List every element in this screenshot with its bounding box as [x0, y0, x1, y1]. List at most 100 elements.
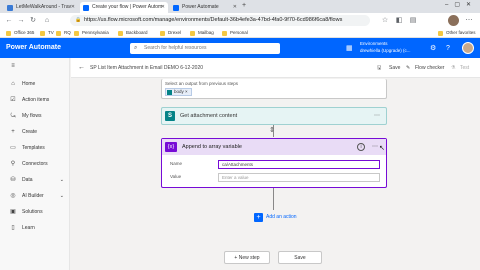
back-icon[interactable]: ←: [4, 15, 14, 26]
browser-tab[interactable]: LetMeWalkAround - Trav ✕: [4, 2, 78, 13]
tab-title: LetMeWalkAround - Trav: [16, 4, 72, 10]
hamburger-icon[interactable]: ≡: [0, 60, 70, 72]
connector-line: [273, 188, 274, 210]
search-icon: ⌕: [134, 45, 138, 51]
name-field[interactable]: ca/Attachments: [218, 160, 380, 169]
learn-icon: ▯: [11, 225, 15, 231]
bookmark-item[interactable]: Mailbag: [190, 29, 214, 37]
flow-title: SP List Item Attachment in Email DEMO 6-…: [90, 65, 204, 71]
close-icon[interactable]: ✕: [233, 2, 237, 13]
name-label: Name: [170, 161, 183, 166]
save-button[interactable]: Save: [278, 251, 322, 264]
sharepoint-icon: [167, 90, 172, 95]
window-controls-icon[interactable]: –▢✕: [445, 1, 477, 8]
environment-label: Environments: [360, 41, 388, 46]
back-icon[interactable]: ←: [78, 58, 85, 78]
sidebar-item-solutions[interactable]: ▣ Solutions: [0, 206, 70, 218]
save-command[interactable]: Save: [389, 58, 400, 78]
bookmark-item[interactable]: Pennsylvania: [74, 29, 109, 37]
browser-tab-active[interactable]: Create your flow | Power Autom ✕: [80, 2, 168, 13]
connector-icon: ⚲: [10, 161, 16, 167]
bookmark-item[interactable]: Personal: [222, 29, 248, 37]
sidebar-item-label: Learn: [22, 225, 35, 231]
browser-tab[interactable]: Power Automate ✕: [170, 2, 240, 13]
bookmark-item[interactable]: Office 365: [6, 29, 34, 37]
template-icon: ▭: [10, 145, 16, 151]
url-input[interactable]: 🔒 https://us.flow.microsoft.com/manage/e…: [70, 15, 370, 26]
name-value: ca/Attachments: [222, 162, 254, 167]
sharepoint-icon: S: [165, 111, 175, 121]
environment-name[interactable]: drewhiella (Upgrade) (c...: [360, 48, 422, 54]
star-icon[interactable]: ☆: [380, 15, 390, 26]
value-placeholder: Enter a value: [222, 175, 249, 180]
test-command[interactable]: Test: [460, 58, 469, 78]
ai-icon: ◎: [10, 193, 16, 199]
solutions-icon: ▣: [10, 209, 16, 215]
save-icon[interactable]: 🖫: [377, 58, 381, 78]
sidebar-item-action-items[interactable]: ☑ Action items: [0, 94, 70, 106]
check-icon: ☑: [10, 97, 16, 103]
bookmark-item[interactable]: RQ: [56, 29, 71, 37]
home-icon: ⌂: [11, 81, 15, 87]
search-placeholder: Search for helpful resources: [144, 45, 207, 51]
sidebar-item-label: Create: [22, 129, 38, 135]
more-icon[interactable]: ⋯: [464, 15, 474, 26]
sidebar-item-label: My flows: [22, 113, 42, 119]
collections-icon[interactable]: ▤: [408, 15, 418, 26]
home-icon[interactable]: ⌂: [42, 15, 52, 26]
bookmark-item[interactable]: TV: [40, 29, 54, 37]
close-icon[interactable]: ✕: [71, 2, 75, 13]
sidebar-item-label: Solutions: [22, 209, 43, 215]
sidebar-item-home[interactable]: ⌂ Home: [0, 78, 70, 90]
flow-checker-command[interactable]: Flow checker: [415, 58, 444, 78]
sidebar-item-label: Templates: [22, 145, 45, 151]
extensions-icon[interactable]: ◧: [394, 15, 404, 26]
checker-icon[interactable]: ✎: [406, 58, 410, 78]
bookmark-item[interactable]: Drexel: [160, 29, 181, 37]
sidebar-item-label: Action items: [22, 97, 50, 103]
plus-icon: +: [11, 129, 15, 135]
gear-icon[interactable]: ⚙: [430, 43, 436, 54]
test-icon[interactable]: ⚗: [451, 58, 455, 78]
more-options-icon[interactable]: ⋯: [372, 139, 378, 155]
sidebar-item-create[interactable]: + Create: [0, 126, 70, 138]
refresh-icon[interactable]: ↻: [28, 15, 38, 26]
close-icon[interactable]: ✕: [161, 2, 165, 13]
new-tab-icon[interactable]: +: [242, 2, 246, 9]
sidebar-item-connectors[interactable]: ⚲ Connectors: [0, 158, 70, 170]
search-input[interactable]: ⌕ Search for helpful resources: [130, 43, 280, 54]
add-action-icon[interactable]: +: [254, 213, 263, 222]
tab-favicon-icon: [173, 5, 179, 11]
value-field[interactable]: Enter a value: [218, 173, 380, 182]
environment-icon: ▦: [346, 45, 353, 52]
sidebar-item-ai-builder[interactable]: ◎ AI Builder ⌄: [0, 190, 70, 202]
tab-title: Create your flow | Power Autom: [92, 4, 163, 10]
avatar[interactable]: [448, 15, 459, 26]
tab-favicon-icon: [7, 5, 13, 11]
add-action-link[interactable]: Add an action: [266, 214, 297, 220]
dynamic-token[interactable]: body ×: [165, 88, 192, 96]
avatar[interactable]: [462, 42, 474, 54]
sidebar-item-data[interactable]: ⛁ Data ⌄: [0, 174, 70, 186]
tab-favicon-icon: [83, 5, 89, 11]
tab-title: Power Automate: [182, 4, 219, 10]
new-step-button[interactable]: + New step: [224, 251, 270, 264]
value-label: Value: [170, 174, 182, 179]
lock-icon: 🔒: [75, 17, 82, 23]
sidebar-item-my-flows[interactable]: ⤿ My flows: [0, 110, 70, 122]
variable-icon: {x}: [165, 142, 177, 152]
other-favorites[interactable]: Other favorites: [438, 29, 476, 37]
app-title[interactable]: Power Automate: [6, 38, 61, 58]
sidebar-item-learn[interactable]: ▯ Learn: [0, 222, 70, 234]
sidebar-item-templates[interactable]: ▭ Templates: [0, 142, 70, 154]
help-icon[interactable]: ?: [446, 43, 450, 54]
more-options-icon[interactable]: ⋯: [374, 107, 380, 125]
info-icon[interactable]: i: [357, 143, 365, 151]
drag-move-icon[interactable]: ⇕: [269, 126, 275, 134]
sidebar-item-label: AI Builder: [22, 193, 44, 199]
chevron-down-icon: ⌄: [59, 193, 64, 199]
bookmark-item[interactable]: Backboard: [118, 29, 148, 37]
forward-icon[interactable]: →: [16, 15, 26, 26]
flow-icon: ⤿: [10, 113, 16, 119]
data-icon: ⛁: [10, 177, 16, 183]
